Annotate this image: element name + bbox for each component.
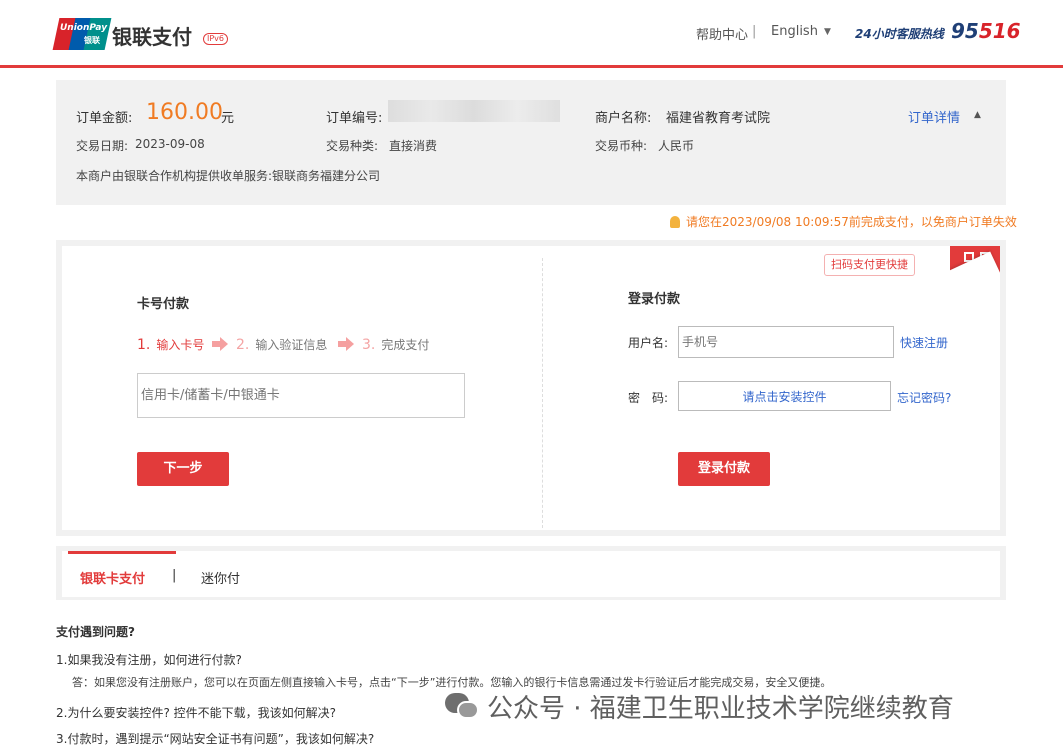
login-pay-title: 登录付款 — [628, 292, 681, 307]
step-2-number: 2. — [236, 337, 250, 353]
language-select[interactable]: English — [771, 24, 818, 39]
step-3-number: 3. — [362, 337, 376, 353]
next-step-button[interactable]: 下一步 — [137, 452, 229, 486]
caret-up-icon[interactable]: ▲ — [974, 110, 981, 120]
order-number-redacted — [388, 100, 560, 122]
username-label: 用户名: — [628, 336, 669, 350]
hotline-label: 24小时客服热线 — [855, 27, 944, 41]
tabs-bottom-border — [56, 597, 1006, 600]
card-number-input[interactable] — [137, 373, 465, 418]
active-tab-indicator — [68, 551, 176, 554]
step-1-number: 1. — [137, 337, 151, 353]
panel-divider — [542, 258, 543, 528]
watermark-text: 公众号 · 福建卫生职业技术学院继续教育 — [487, 694, 954, 724]
nav-separator: | — [752, 24, 757, 39]
login-pay-button[interactable]: 登录付款 — [678, 452, 770, 486]
step-2: 2. 输入验证信息 — [236, 336, 327, 353]
qr-pay-tip[interactable]: 扫码支付更快捷 — [824, 254, 915, 276]
forgot-password-link[interactable]: 忘记密码? — [897, 389, 951, 406]
hotline-number-part-a: 95 — [951, 19, 979, 43]
tabs-top-border — [62, 546, 1000, 551]
trade-currency: 人民币 — [658, 139, 695, 153]
notice-text: 请您在2023/09/08 10:09:57前完成支付，以免商户订单失效 — [686, 215, 1017, 229]
trade-type: 直接消费 — [389, 139, 438, 153]
ipv6-badge: IPv6 — [203, 33, 229, 45]
merchant-name: 福建省教育考试院 — [666, 111, 771, 126]
step-arrow-icon — [212, 337, 228, 351]
logo-text: UnionPay — [60, 23, 108, 33]
order-detail-link[interactable]: 订单详情 — [908, 107, 960, 126]
currency-label: 交易币种: — [595, 139, 648, 153]
trade-date: 2023-09-08 — [135, 137, 205, 151]
password-control-install[interactable]: 请点击安装控件 — [678, 381, 891, 411]
step-arrow-icon — [338, 337, 354, 351]
hotline-number-part-b: 516 — [978, 19, 1021, 43]
chevron-down-icon[interactable]: ▼ — [824, 27, 831, 37]
service-note: 本商户由银联合作机构提供收单服务:银联商务福建分公司 — [76, 169, 381, 183]
step-1: 1. 输入卡号 — [137, 336, 204, 353]
payment-deadline-notice: 请您在2023/09/08 10:09:57前完成支付，以免商户订单失效 — [670, 213, 1017, 230]
tab-mini-pay[interactable]: 迷你付 — [201, 568, 240, 587]
card-pay-title: 卡号付款 — [137, 297, 190, 312]
header: UnionPay 银联 银联支付 IPv6 帮助中心 | English ▼ 2… — [0, 0, 1063, 68]
faq-question-3[interactable]: 3.付款时，遇到提示“网站安全证书有问题”，我该如何解决? — [56, 730, 374, 747]
type-label: 交易种类: — [326, 139, 379, 153]
brand-title: 银联支付 — [112, 25, 192, 49]
faq-title: 支付遇到问题? — [56, 625, 135, 639]
step-3-label: 完成支付 — [381, 338, 430, 352]
date-label: 交易日期: — [76, 139, 129, 153]
tab-separator: | — [172, 568, 177, 583]
merchant-label: 商户名称: — [595, 111, 652, 126]
lightbulb-icon — [670, 216, 680, 228]
wechat-icon — [445, 693, 479, 721]
tab-unionpay-card[interactable]: 银联卡支付 — [80, 568, 145, 587]
hotline-number: 95516 — [951, 19, 1021, 43]
faq-question-2[interactable]: 2.为什么要安装控件? 控件不能下载，我该如何解决? — [56, 704, 336, 721]
password-label: 密 码: — [628, 391, 669, 405]
payment-method-tabs: 银联卡支付 | 迷你付 — [56, 546, 1006, 600]
amount-label: 订单金额: — [76, 111, 133, 126]
step-3: 3. 完成支付 — [362, 336, 429, 353]
order-amount: 160.00 — [146, 100, 223, 125]
order-no-label: 订单编号: — [326, 111, 383, 126]
step-2-label: 输入验证信息 — [255, 338, 328, 352]
wechat-watermark: 公众号 · 福建卫生职业技术学院继续教育 — [445, 688, 954, 725]
qr-code-icon[interactable] — [950, 246, 1000, 298]
amount-unit: 元 — [221, 111, 235, 126]
faq-question-1[interactable]: 1.如果我没有注册，如何进行付款? — [56, 651, 242, 668]
order-summary: 订单金额: 160.00 元 订单编号: 商户名称: 福建省教育考试院 订单详情… — [56, 80, 1006, 205]
quick-register-link[interactable]: 快速注册 — [900, 334, 948, 351]
logo-text-cn: 银联 — [84, 36, 100, 45]
help-center-link[interactable]: 帮助中心 — [696, 24, 748, 43]
username-input[interactable] — [678, 326, 894, 358]
payment-panel: 卡号付款 1.输入卡号 2.输入验证信息 3.完成支付 下一步 扫码支付更快捷 … — [56, 240, 1006, 536]
unionpay-logo[interactable]: UnionPay 银联 — [52, 18, 112, 50]
step-1-label: 输入卡号 — [156, 338, 205, 352]
